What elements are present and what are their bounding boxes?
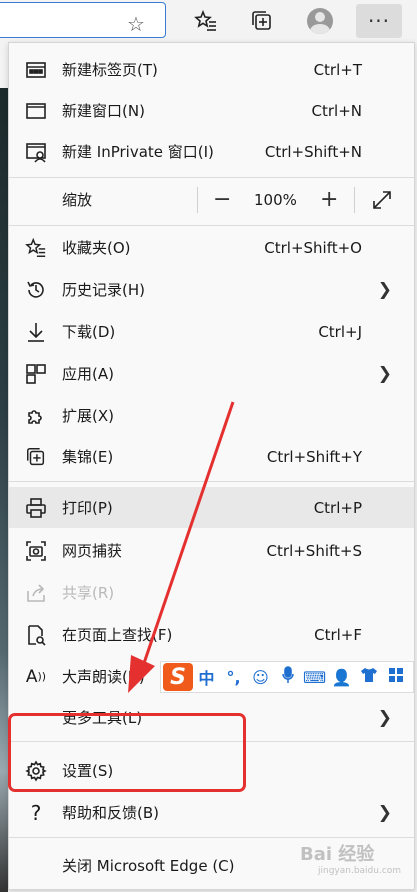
menu-item-label: 新建标签页(T) — [62, 61, 158, 79]
chevron-right-icon: ❯ — [377, 279, 392, 300]
menu-item-label: 集锦(E) — [62, 448, 114, 466]
address-bar[interactable]: ☆ — [0, 2, 166, 38]
menu-item-label: 扩展(X) — [62, 407, 114, 425]
divider — [9, 225, 414, 226]
shortcut-text: Ctrl+N — [311, 101, 362, 120]
menu-item-downloads[interactable]: 下载(D) Ctrl+J — [9, 311, 414, 352]
divider — [9, 177, 414, 178]
menu-item-label: 帮助和反馈(B) — [62, 804, 159, 822]
divider — [9, 837, 414, 838]
find-on-page-icon — [23, 622, 49, 648]
divider — [197, 187, 198, 213]
puzzle-extension-icon — [23, 403, 49, 429]
toolbox-grid-icon[interactable] — [382, 667, 409, 687]
new-tab-icon — [23, 57, 49, 83]
fullscreen-expand-icon — [373, 191, 391, 209]
shortcut-text: Ctrl+Shift+Y — [266, 447, 362, 466]
background-page-strip — [0, 88, 8, 892]
favorites-button[interactable] — [188, 4, 224, 38]
menu-item-label: 新建 InPrivate 窗口(I) — [62, 143, 214, 161]
menu-item-zoom: 缩放 − 100% + — [9, 179, 414, 220]
emoji-smile-icon[interactable]: ☺ — [247, 668, 274, 687]
chinese-mode-button[interactable]: 中 — [193, 665, 220, 689]
web-capture-icon — [23, 538, 49, 564]
menu-item-new-inprivate-window[interactable]: 新建 InPrivate 窗口(I) Ctrl+Shift+N — [9, 131, 414, 172]
menu-item-favorites[interactable]: 收藏夹(O) Ctrl+Shift+O — [9, 227, 414, 268]
menu-item-label: 新建窗口(N) — [62, 102, 145, 120]
punctuation-icon[interactable]: °, — [220, 668, 247, 687]
zoom-level: 100% — [254, 190, 297, 209]
shortcut-text: Ctrl+J — [318, 322, 362, 341]
help-question-icon: ? — [30, 800, 42, 825]
sogou-logo-icon[interactable]: S — [163, 663, 193, 691]
fullscreen-button[interactable] — [371, 189, 393, 215]
menu-item-web-capture[interactable]: 网页捕获 Ctrl+Shift+S — [9, 530, 414, 571]
ime-toolbar: S 中 °, ☺ ⌨ 👤 — [160, 661, 414, 693]
menu-item-label: 在页面上查找(F) — [62, 626, 173, 644]
menu-item-label: 应用(A) — [62, 365, 114, 383]
shortcut-text: Ctrl+Shift+N — [264, 142, 362, 161]
download-icon — [23, 319, 49, 345]
collections-button[interactable] — [244, 4, 280, 38]
menu-item-find-on-page[interactable]: 在页面上查找(F) Ctrl+F — [9, 614, 414, 655]
menu-item-label: 收藏夹(O) — [62, 239, 131, 257]
watermark-logo: Bai 经验 — [300, 844, 375, 865]
watermark-url: jingyan.baidu.com — [318, 866, 402, 876]
zoom-out-button[interactable]: − — [213, 187, 231, 212]
chevron-right-icon: ❯ — [377, 802, 392, 823]
menu-item-new-tab[interactable]: 新建标签页(T) Ctrl+T — [9, 49, 414, 90]
menu-item-apps[interactable]: 应用(A) ❯ — [9, 353, 414, 394]
collections-icon — [23, 444, 49, 470]
zoom-label: 缩放 — [62, 191, 93, 209]
menu-item-share: 共享(R) — [9, 572, 414, 613]
skin-shirt-icon[interactable] — [355, 667, 382, 687]
menu-item-label: 下载(D) — [62, 323, 116, 341]
history-icon — [23, 277, 49, 303]
menu-item-label: 共享(R) — [62, 584, 115, 602]
printer-icon — [23, 495, 49, 521]
shortcut-text: Ctrl+T — [313, 60, 362, 79]
menu-item-label: 网页捕获 — [62, 542, 123, 560]
menu-item-collections[interactable]: 集锦(E) Ctrl+Shift+Y — [9, 436, 414, 477]
collections-icon — [252, 11, 271, 30]
profile-button[interactable] — [302, 4, 338, 38]
read-aloud-icon: A)) — [25, 666, 47, 687]
new-window-icon — [23, 98, 49, 124]
avatar — [307, 8, 333, 34]
shortcut-text: Ctrl+P — [313, 498, 362, 517]
menu-item-help-feedback[interactable]: ? 帮助和反馈(B) ❯ — [9, 792, 414, 833]
menu-item-label: 关闭 Microsoft Edge (C) — [62, 857, 235, 875]
favorites-icon — [23, 235, 49, 261]
menu-item-history[interactable]: 历史记录(H) ❯ — [9, 269, 414, 310]
apps-icon — [23, 361, 49, 387]
menu-item-new-window[interactable]: 新建窗口(N) Ctrl+N — [9, 90, 414, 131]
zoom-in-button[interactable]: + — [320, 187, 338, 212]
inprivate-icon — [23, 139, 49, 165]
zoom-control: − 100% + — [197, 179, 414, 220]
shortcut-text: Ctrl+Shift+S — [266, 541, 362, 560]
microphone-icon[interactable] — [274, 666, 301, 688]
keyboard-icon[interactable]: ⌨ — [301, 668, 328, 687]
menu-item-label: 大声朗读(U) — [62, 668, 145, 686]
browser-toolbar: ☆ ··· — [0, 0, 417, 42]
shortcut-text: Ctrl+F — [314, 625, 362, 644]
menu-item-label: 历史记录(H) — [62, 281, 145, 299]
menu-item-print[interactable]: 打印(P) Ctrl+P — [9, 487, 414, 528]
shortcut-text: Ctrl+Shift+O — [264, 238, 362, 257]
annotation-highlight-box — [8, 713, 246, 792]
divider — [354, 187, 355, 213]
add-favorite-star-icon[interactable]: ☆ — [127, 12, 145, 36]
favorites-list-icon — [194, 9, 216, 31]
user-account-icon[interactable]: 👤 — [328, 668, 355, 687]
chevron-right-icon: ❯ — [377, 363, 392, 384]
share-icon — [23, 580, 49, 606]
chevron-right-icon: ❯ — [377, 707, 392, 728]
menu-item-extensions[interactable]: 扩展(X) — [9, 395, 414, 436]
divider — [9, 481, 414, 482]
settings-and-more-button[interactable]: ··· — [356, 4, 402, 38]
menu-item-label: 打印(P) — [62, 499, 113, 517]
